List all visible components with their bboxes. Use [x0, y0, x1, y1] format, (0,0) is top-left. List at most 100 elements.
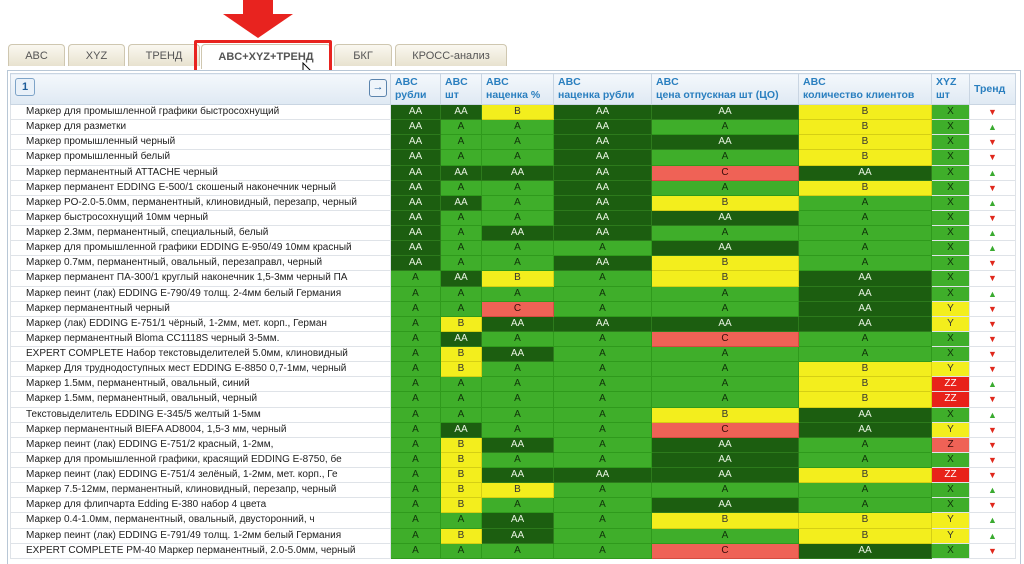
- abc-grade-cell: A: [390, 436, 441, 453]
- abc-grade-cell: B: [651, 270, 799, 287]
- tab-bkg[interactable]: БКГ: [334, 44, 392, 66]
- table-row[interactable]: Маркер пеинт (лак) EDDING E-791/49 толщ.…: [10, 527, 1016, 544]
- abc-grade-cell: A: [798, 345, 932, 363]
- table-row[interactable]: EXPERT COMPLETE PM-40 Маркер перманентны…: [10, 542, 1016, 559]
- abc-grade-cell: A: [481, 406, 554, 423]
- col-header-abc-rub[interactable]: ABC рубли: [390, 73, 441, 105]
- table-row[interactable]: Маркер для промышленной графики, красящи…: [10, 451, 1016, 469]
- abc-grade-cell: A: [553, 497, 652, 514]
- product-name: Маркер перманент EDDING E-500/1 скошеный…: [10, 179, 391, 196]
- abc-grade-cell: AA: [390, 134, 441, 151]
- product-name: Маркер для промышленной графики, красящи…: [10, 451, 391, 469]
- table-row[interactable]: Текстовыделитель EDDING E-345/5 желтый 1…: [10, 406, 1016, 423]
- header-name-cell: 1 →: [10, 73, 391, 105]
- xyz-grade-cell: X: [931, 149, 970, 166]
- product-name: Маркер для промышленной графики быстросо…: [10, 103, 391, 121]
- abc-grade-cell: A: [390, 361, 441, 378]
- abc-grade-cell: B: [440, 482, 482, 499]
- trend-up-icon: ▲: [969, 482, 1016, 499]
- table-row[interactable]: Маркер 2.3мм, перманентный, специальный,…: [10, 224, 1016, 242]
- table-row[interactable]: Маркер Для труднодоступных мест EDDING E…: [10, 361, 1016, 378]
- abc-grade-cell: AA: [553, 255, 652, 272]
- abc-grade-cell: A: [553, 527, 652, 544]
- abc-grade-cell: A: [481, 179, 554, 196]
- table-row[interactable]: Маркер для флипчарта Edding E-380 набор …: [10, 497, 1016, 514]
- table-row[interactable]: Маркер 0.4-1.0мм, перманентный, овальный…: [10, 512, 1016, 529]
- table-row[interactable]: Маркер 7.5-12мм, перманентный, клиновидн…: [10, 482, 1016, 499]
- trend-down-icon: ▼: [969, 134, 1016, 151]
- table-row[interactable]: Маркер для разметки AA A A AA A B X ▲: [10, 119, 1016, 136]
- abc-grade-cell: AA: [553, 209, 652, 227]
- col-header-abc-markup-pct[interactable]: ABC наценка %: [481, 73, 554, 105]
- table-row[interactable]: Маркер перманентный Bloma CC1118S черный…: [10, 330, 1016, 348]
- trend-down-icon: ▼: [969, 209, 1016, 227]
- abc-grade-cell: A: [553, 285, 652, 302]
- table-row[interactable]: Маркер (лак) EDDING E-751/1 чёрный, 1-2м…: [10, 315, 1016, 332]
- abc-grade-cell: A: [553, 482, 652, 499]
- table-row[interactable]: Маркер 1.5мм, перманентный, овальный, си…: [10, 376, 1016, 393]
- abc-grade-cell: A: [651, 119, 799, 136]
- abc-grade-cell: AA: [651, 315, 799, 332]
- tab-abc[interactable]: ABC: [8, 44, 65, 66]
- abc-grade-cell: B: [798, 134, 932, 151]
- abc-grade-cell: AA: [390, 255, 441, 272]
- tab-cross-analysis[interactable]: КРОСС-анализ: [395, 44, 507, 66]
- product-name: Маркер перманентный Bloma CC1118S черный…: [10, 330, 391, 348]
- table-row[interactable]: Маркер промышленный белый AA A A AA A B X ▼: [10, 149, 1016, 166]
- abc-grade-cell: A: [481, 391, 554, 408]
- analysis-panel: 1 → ABC рубли ABC шт ABC наценка % ABC нацен…: [7, 70, 1021, 564]
- product-name: Маркер 7.5-12мм, перманентный, клиновидн…: [10, 482, 391, 499]
- table-row[interactable]: Маркер PO-2.0-5.0мм, перманентный, клино…: [10, 194, 1016, 211]
- table-row[interactable]: Маркер пеинт (лак) EDDING E-751/4 зелёны…: [10, 466, 1016, 484]
- abc-grade-cell: A: [390, 285, 441, 302]
- table-row[interactable]: Маркер 1.5мм, перманентный, овальный, че…: [10, 391, 1016, 408]
- abc-grade-cell: B: [440, 361, 482, 378]
- arrow-right-icon[interactable]: →: [369, 79, 387, 97]
- abc-grade-cell: A: [553, 436, 652, 453]
- table-row[interactable]: Маркер промышленный черный AA A A AA AA B X ▼: [10, 134, 1016, 151]
- col-header-abc-pcs[interactable]: ABC шт: [440, 73, 482, 105]
- table-row[interactable]: Маркер пеинт (лак) EDDING E-790/49 толщ.…: [10, 285, 1016, 302]
- table-row[interactable]: Маркер для промышленной графики EDDING E…: [10, 240, 1016, 257]
- abc-grade-cell: AA: [440, 194, 482, 211]
- abc-grade-cell: A: [651, 391, 799, 408]
- tab-trend[interactable]: ТРЕНД: [128, 44, 200, 66]
- abc-grade-cell: B: [798, 466, 932, 484]
- table-row[interactable]: Маркер перманентный BIEFA AD8004, 1,5-3 …: [10, 421, 1016, 438]
- abc-grade-cell: A: [798, 497, 932, 514]
- col-header-trend[interactable]: Тренд: [969, 73, 1016, 105]
- table-row[interactable]: Маркер быстросохнущий 10мм черный AA A A AA A…: [10, 209, 1016, 227]
- abc-grade-cell: AA: [481, 345, 554, 363]
- abc-grade-cell: AA: [798, 542, 932, 559]
- product-name: Маркер Для труднодоступных мест EDDING E…: [10, 361, 391, 378]
- col-header-xyz-pcs[interactable]: XYZ шт: [931, 73, 970, 105]
- xyz-grade-cell: X: [931, 240, 970, 257]
- table-row[interactable]: Маркер перманент EDDING E-500/1 скошеный…: [10, 179, 1016, 196]
- table-row[interactable]: Маркер для промышленной графики быстросо…: [10, 103, 1016, 121]
- product-name: Маркер пеинт (лак) EDDING E-751/4 зелёны…: [10, 466, 391, 484]
- abc-grade-cell: AA: [390, 164, 441, 181]
- page-button[interactable]: 1: [15, 78, 35, 96]
- abc-grade-cell: A: [651, 376, 799, 393]
- abc-grade-cell: A: [553, 542, 652, 559]
- col-header-abc-clients[interactable]: ABC количество клиентов: [798, 73, 932, 105]
- table-row[interactable]: Маркер 0.7мм, перманентный, овальный, пе…: [10, 255, 1016, 272]
- abc-grade-cell: AA: [481, 512, 554, 529]
- abc-grade-cell: A: [651, 345, 799, 363]
- abc-grade-cell: AA: [553, 466, 652, 484]
- abc-grade-cell: A: [390, 451, 441, 469]
- abc-grade-cell: B: [798, 527, 932, 544]
- xyz-grade-cell: X: [931, 224, 970, 242]
- table-row[interactable]: Маркер перманент ПА-300/1 круглый наконе…: [10, 270, 1016, 287]
- abc-grade-cell: A: [553, 376, 652, 393]
- abc-grade-cell: A: [440, 209, 482, 227]
- col-header-abc-price[interactable]: ABC цена отпускная шт (ЦО): [651, 73, 799, 105]
- product-name: Маркер перманент ПА-300/1 круглый наконе…: [10, 270, 391, 287]
- abc-grade-cell: A: [390, 512, 441, 529]
- col-header-abc-markup-rub[interactable]: ABC наценка рубли: [553, 73, 652, 105]
- table-row[interactable]: Маркер перманентный ATTACHE черный AA AA AA…: [10, 164, 1016, 181]
- tab-xyz[interactable]: XYZ: [68, 44, 125, 66]
- table-row[interactable]: EXPERT COMPLETE Набор текстовыделителей …: [10, 345, 1016, 363]
- table-row[interactable]: Маркер перманентный черный A A C A A AA Y ▼: [10, 300, 1016, 317]
- table-row[interactable]: Маркер пеинт (лак) EDDING E-751/2 красны…: [10, 436, 1016, 453]
